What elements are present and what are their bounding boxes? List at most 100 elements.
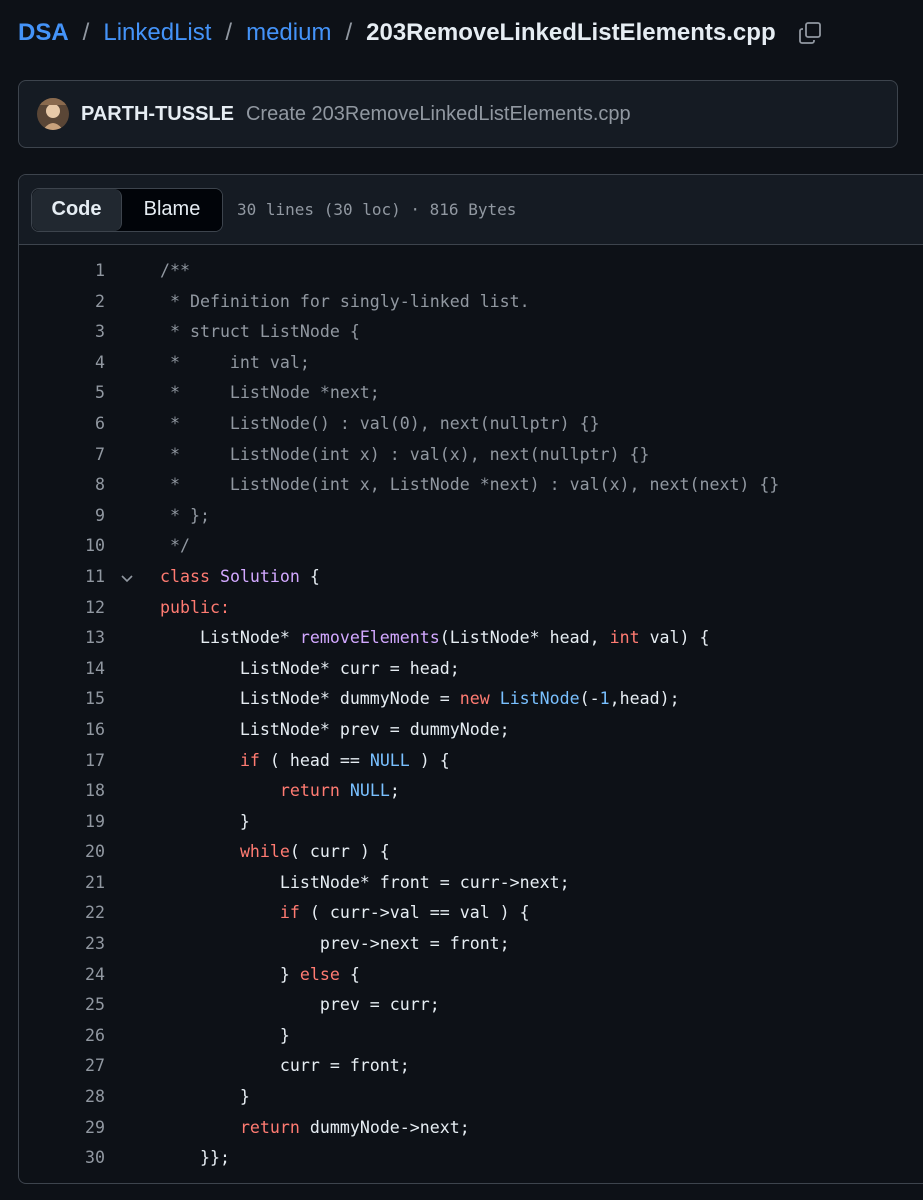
- tab-code[interactable]: Code: [32, 188, 122, 231]
- code-line: 23 prev->next = front;: [19, 929, 923, 960]
- code-token: ListNode*: [160, 628, 300, 648]
- line-number[interactable]: 13: [19, 623, 105, 654]
- code-token: prev = curr;: [160, 995, 440, 1015]
- line-code: /**: [160, 256, 190, 287]
- code-token: new: [459, 689, 490, 709]
- code-line: 6 * ListNode() : val(0), next(nullptr) {…: [19, 409, 923, 440]
- line-number[interactable]: 28: [19, 1082, 105, 1113]
- line-number[interactable]: 2: [19, 287, 105, 318]
- line-number[interactable]: 29: [19, 1113, 105, 1144]
- copy-path-button[interactable]: [796, 19, 824, 47]
- code-token: removeElements: [299, 628, 440, 648]
- line-number[interactable]: 30: [19, 1143, 105, 1174]
- code-token: curr = front;: [160, 1056, 410, 1076]
- line-number[interactable]: 20: [19, 837, 105, 868]
- line-code: public:: [160, 593, 230, 624]
- code-token: while: [239, 842, 290, 862]
- line-number[interactable]: 22: [19, 898, 105, 929]
- code-line: 1 /**: [19, 256, 923, 287]
- code-token: * ListNode(int x, ListNode *next) : val(…: [160, 475, 780, 495]
- code-token: if: [279, 903, 300, 923]
- commit-message-link[interactable]: Create 203RemoveLinkedListElements.cpp: [246, 103, 631, 126]
- line-number[interactable]: 24: [19, 960, 105, 991]
- code-token: {: [299, 566, 320, 586]
- code-line: 10 */: [19, 531, 923, 562]
- line-number[interactable]: 5: [19, 378, 105, 409]
- code-token: ( curr ) {: [289, 842, 390, 862]
- line-number[interactable]: 4: [19, 348, 105, 379]
- code-line: 15 ListNode* dummyNode = new ListNode(-1…: [19, 684, 923, 715]
- code-token: NULL: [349, 781, 390, 801]
- chevron-down-icon[interactable]: [119, 570, 135, 586]
- code-token: ,head);: [609, 689, 680, 709]
- line-number[interactable]: 1: [19, 256, 105, 287]
- line-code: * ListNode(int x, ListNode *next) : val(…: [160, 470, 779, 501]
- code-line: 8 * ListNode(int x, ListNode *next) : va…: [19, 470, 923, 501]
- breadcrumb-repo-link[interactable]: DSA: [18, 19, 69, 47]
- line-number[interactable]: 18: [19, 776, 105, 807]
- code-line: 7 * ListNode(int x) : val(x), next(nullp…: [19, 440, 923, 471]
- code-token: {: [339, 964, 360, 984]
- line-code: ListNode* front = curr->next;: [160, 868, 570, 899]
- code-token: * ListNode *next;: [160, 383, 380, 403]
- line-number[interactable]: 10: [19, 531, 105, 562]
- tab-blame[interactable]: Blame: [122, 188, 222, 231]
- line-code: * ListNode() : val(0), next(nullptr) {}: [160, 409, 600, 440]
- line-number[interactable]: 7: [19, 440, 105, 471]
- code-token: int: [609, 628, 640, 648]
- code-token: ListNode* curr = head;: [160, 658, 460, 678]
- breadcrumb-separator: /: [82, 19, 90, 46]
- line-code: }: [160, 807, 250, 838]
- breadcrumb-folder-linkedlist[interactable]: LinkedList: [103, 19, 211, 47]
- line-number[interactable]: 19: [19, 807, 105, 838]
- line-code: ListNode* prev = dummyNode;: [160, 715, 510, 746]
- breadcrumb: DSA / LinkedList / medium / 203RemoveLin…: [18, 14, 824, 52]
- code-token: (ListNode* head,: [439, 628, 610, 648]
- line-number[interactable]: 15: [19, 684, 105, 715]
- line-number[interactable]: 26: [19, 1021, 105, 1052]
- code-token: 1: [599, 689, 610, 709]
- line-number[interactable]: 9: [19, 501, 105, 532]
- line-number[interactable]: 23: [19, 929, 105, 960]
- line-number[interactable]: 8: [19, 470, 105, 501]
- code-token: public:: [160, 597, 230, 617]
- author-avatar[interactable]: [37, 98, 69, 130]
- breadcrumb-folder-medium[interactable]: medium: [246, 19, 331, 47]
- code-token: */: [160, 536, 190, 556]
- line-code: * struct ListNode {: [160, 317, 360, 348]
- code-line: 14 ListNode* curr = head;: [19, 654, 923, 685]
- line-code: }: [160, 1021, 290, 1052]
- code-line: 11 class Solution {: [19, 562, 923, 593]
- code-token: ListNode* dummyNode =: [160, 689, 460, 709]
- line-number[interactable]: 6: [19, 409, 105, 440]
- line-number[interactable]: 16: [19, 715, 105, 746]
- code-token: class: [160, 566, 210, 586]
- code-token: (-: [579, 689, 600, 709]
- line-number[interactable]: 12: [19, 593, 105, 624]
- code-token: }: [160, 1087, 250, 1107]
- code-token: ;: [389, 781, 400, 801]
- line-number[interactable]: 11: [19, 562, 105, 593]
- code-token: ListNode: [499, 689, 580, 709]
- line-number[interactable]: 17: [19, 746, 105, 777]
- line-number[interactable]: 21: [19, 868, 105, 899]
- code-token: val) {: [639, 628, 710, 648]
- commit-author-link[interactable]: PARTH-TUSSLE: [81, 103, 234, 126]
- line-code: * int val;: [160, 348, 310, 379]
- code-token: if: [239, 750, 260, 770]
- line-number[interactable]: 25: [19, 990, 105, 1021]
- code-view: 1 /** 2 * Definition for singly-linked lis…: [19, 245, 923, 1174]
- line-code: return NULL;: [160, 776, 400, 807]
- code-line: 27 curr = front;: [19, 1051, 923, 1082]
- line-number[interactable]: 14: [19, 654, 105, 685]
- latest-commit-box: PARTH-TUSSLE Create 203RemoveLinkedListE…: [18, 80, 898, 148]
- line-number[interactable]: 3: [19, 317, 105, 348]
- line-code: if ( curr->val == val ) {: [160, 898, 530, 929]
- code-token: ListNode* front = curr->next;: [160, 872, 570, 892]
- line-number[interactable]: 27: [19, 1051, 105, 1082]
